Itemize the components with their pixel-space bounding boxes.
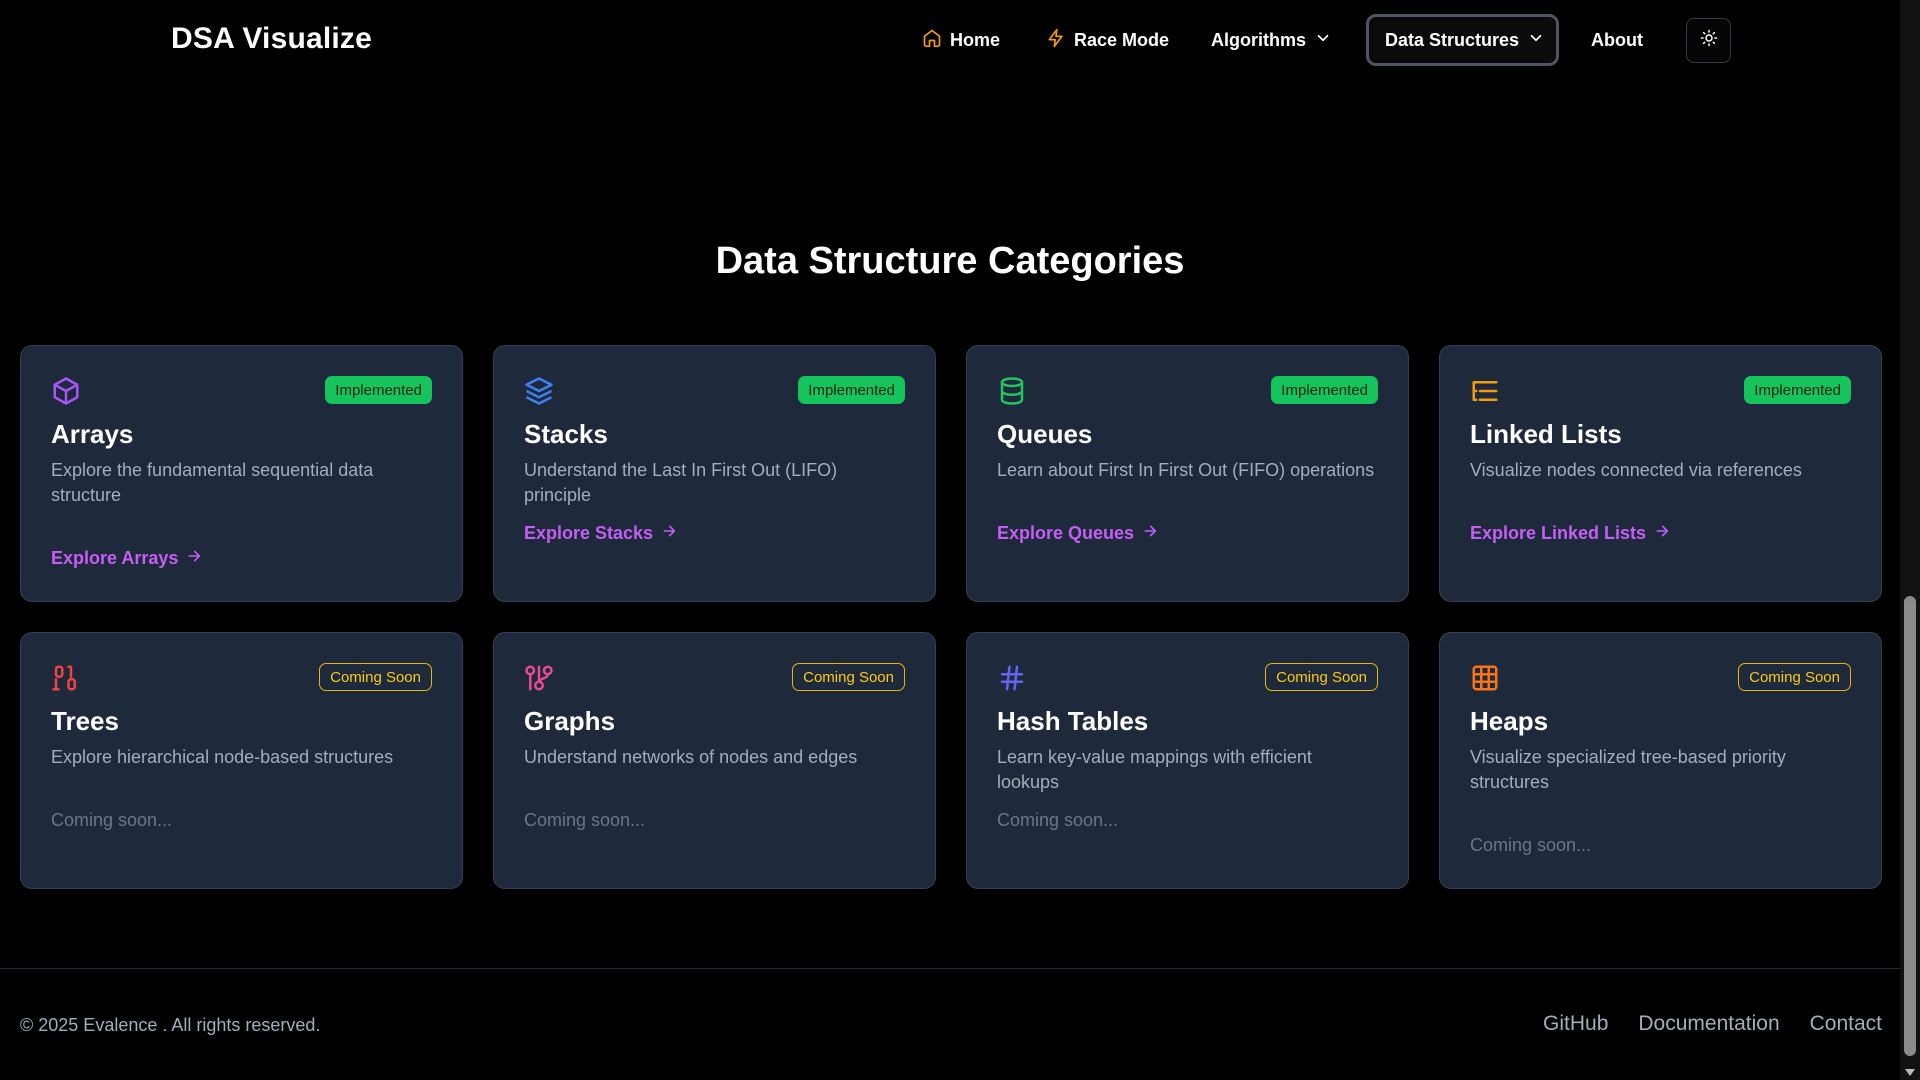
link-label: Explore Arrays [51,548,179,568]
card-graphs: Coming Soon Graphs Understand networks o… [493,632,936,889]
sun-icon [1700,29,1718,52]
status-badge: Implemented [1271,376,1378,404]
footer-link-contact[interactable]: Contact [1810,1012,1882,1036]
scroll-down-arrow-icon[interactable] [1905,1069,1915,1076]
top-navbar: DSA Visualize Home Race Mode Algorithms … [0,0,1900,82]
chevron-down-icon [1527,29,1545,52]
hash-icon [997,663,1027,693]
card-queues: Implemented Queues Learn about First In … [966,345,1409,602]
card-title: Queues [997,419,1093,449]
explore-arrays-link[interactable]: Explore Arrays [51,548,202,569]
binary-icon [51,663,81,693]
card-description: Understand the Last In First Out (LIFO) … [524,460,838,505]
theme-toggle-button[interactable] [1686,18,1731,63]
link-label: Explore Stacks [524,523,654,543]
card-hash-tables: Coming Soon Hash Tables Learn key-value … [966,632,1409,889]
lightning-icon [1046,28,1066,53]
card-linked-lists: Implemented Linked Lists Visualize nodes… [1439,345,1882,602]
card-title: Arrays [51,419,134,449]
nav-race-label: Race Mode [1074,29,1170,50]
card-description: Understand networks of nodes and edges [524,747,858,767]
nav-home-label: Home [950,29,1001,50]
arrow-right-icon [186,548,202,569]
section-title: Data Structure Categories [715,240,1185,282]
card-arrays: Implemented Arrays Explore the fundament… [20,345,463,602]
card-description: Explore the fundamental sequential data … [51,460,374,505]
card-title: Trees [51,706,119,736]
coming-soon-text: Coming soon... [524,810,646,830]
coming-soon-text: Coming soon... [1470,835,1592,855]
nav-home[interactable]: Home [922,14,1000,66]
status-badge: Coming Soon [792,663,905,691]
arrow-right-icon [661,523,677,544]
coming-soon-text: Coming soon... [51,810,173,830]
status-badge: Implemented [325,376,432,404]
copyright-text: © 2025 Evalence . All rights reserved. [20,1015,321,1035]
card-title: Hash Tables [997,706,1149,736]
link-label: Explore Linked Lists [1470,523,1647,543]
explore-linked-lists-link[interactable]: Explore Linked Lists [1470,523,1670,544]
git-network-icon [524,663,554,693]
explore-stacks-link[interactable]: Explore Stacks [524,523,677,544]
nav-about-label: About [1591,29,1643,50]
layers-icon [524,376,554,406]
arrow-right-icon [1142,523,1158,544]
card-stacks: Implemented Stacks Understand the Last I… [493,345,936,602]
status-badge: Implemented [1744,376,1851,404]
status-badge: Coming Soon [319,663,432,691]
nav-data-structures-label: Data Structures [1385,29,1520,50]
card-title: Linked Lists [1470,419,1622,449]
status-badge: Implemented [798,376,905,404]
grid-icon [1470,663,1500,693]
status-badge: Coming Soon [1265,663,1378,691]
card-title: Heaps [1470,706,1549,736]
footer-links: GitHub Documentation Contact [1543,1012,1882,1036]
nav-about[interactable]: About [1591,14,1643,66]
card-description: Learn about First In First Out (FIFO) op… [997,460,1375,480]
list-tree-icon [1470,376,1500,406]
vertical-scrollbar[interactable] [1900,0,1920,1080]
card-description: Explore hierarchical node-based structur… [51,747,394,767]
footer-divider [0,968,1900,969]
main-nav: Home Race Mode Algorithms Data Structure… [0,14,1900,66]
nav-algorithms-dropdown[interactable]: Algorithms [1211,14,1332,66]
arrow-right-icon [1654,523,1670,544]
home-icon [922,28,942,53]
card-heaps: Coming Soon Heaps Visualize specialized … [1439,632,1882,889]
footer-link-github[interactable]: GitHub [1543,1012,1608,1036]
coming-soon-text: Coming soon... [997,810,1119,830]
card-trees: Coming Soon Trees Explore hierarchical n… [20,632,463,889]
nav-race-mode[interactable]: Race Mode [1046,14,1169,66]
explore-queues-link[interactable]: Explore Queues [997,523,1158,544]
card-description: Visualize nodes connected via references [1470,460,1802,480]
card-description: Visualize specialized tree-based priorit… [1470,747,1786,792]
card-title: Stacks [524,419,608,449]
scrollbar-thumb[interactable] [1904,596,1916,1056]
status-badge: Coming Soon [1738,663,1851,691]
footer-link-documentation[interactable]: Documentation [1638,1012,1779,1036]
cube-icon [51,376,81,406]
link-label: Explore Queues [997,523,1135,543]
chevron-down-icon [1314,29,1332,52]
nav-data-structures-dropdown[interactable]: Data Structures [1366,14,1559,66]
database-icon [997,376,1027,406]
card-title: Graphs [524,706,616,736]
card-description: Learn key-value mappings with efficient … [997,747,1312,792]
nav-algorithms-label: Algorithms [1211,29,1307,50]
